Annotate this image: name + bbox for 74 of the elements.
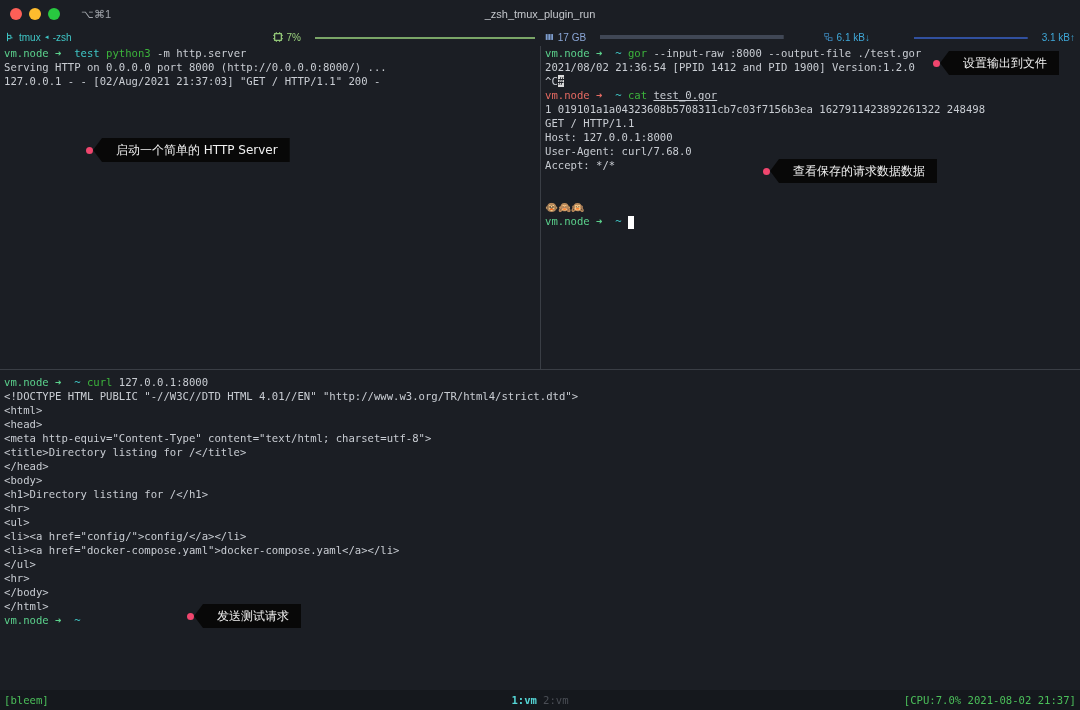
command-text: curl (86, 376, 113, 388)
output-text: <h1>Directory listing for /</h1> (4, 488, 209, 500)
memory-icon (545, 32, 554, 42)
command-text: python3 (106, 47, 151, 59)
prompt-text: vm.node ➜ (545, 89, 604, 101)
download-rate: 6.1 kB↓ (836, 31, 870, 43)
output-text: <body> (4, 474, 43, 486)
directory-text: test (73, 47, 101, 59)
window-tab[interactable]: 1:vm (511, 694, 537, 706)
session-label: [bleem] (4, 694, 49, 706)
output-text: <!DOCTYPE HTML PUBLIC "-//W3C//DTD HTML 4.01//EN" "http://www.w3.org/TR/html4/strict.dtd"> (4, 390, 579, 402)
session-name: tmux (19, 31, 41, 43)
output-text: </ul> (4, 558, 36, 570)
output-text: 127.0.0.1 - - [02/Aug/2021 21:37:03] "GET / HTTP/1.1" 200 - (4, 75, 381, 87)
chip-icon (272, 32, 283, 42)
output-text: <head> (4, 418, 43, 430)
marker-dot (187, 612, 194, 620)
directory-text: ~ (73, 614, 81, 626)
output-text: <html> (4, 404, 43, 416)
output-text: </html> (4, 600, 49, 612)
output-text: 127.0.0.1:8000 (117, 376, 209, 388)
output-text: ^C (545, 75, 558, 87)
prompt-text: vm.node ➜ (4, 47, 63, 59)
zoom-button[interactable] (48, 8, 60, 20)
prompt-text: vm.node ➜ (545, 215, 604, 227)
directory-text: ~ (614, 89, 623, 101)
output-text: --input-raw :8000 --output-file ./test.gor (652, 47, 922, 59)
branch-icon (5, 32, 15, 42)
window-title: _zsh_tmux_plugin_run (484, 8, 596, 20)
marker-dot (763, 167, 770, 175)
prompt-text: vm.node ➜ (545, 47, 604, 59)
prompt-text: vm.node ➜ (4, 376, 63, 388)
close-button[interactable] (10, 8, 22, 20)
output-text: <meta http-equiv="Content-Type" content="text/html; charset=utf-8"> (4, 432, 432, 444)
annotation-callout: 启动一个简单的 HTTP Server (93, 138, 290, 162)
system-status: [CPU:7.0% 2021-08-02 21:37] (903, 694, 1076, 706)
minimize-button[interactable] (29, 8, 41, 20)
command-text: cat (627, 89, 649, 101)
cpu-usage: 7% (286, 31, 301, 43)
output-text: <hr> (4, 502, 30, 514)
directory-text: ~ (614, 47, 623, 59)
upload-rate: 3.1 kB↑ (1041, 31, 1075, 43)
prompt-text: vm.node ➜ (4, 614, 63, 626)
output-text: <ul> (4, 516, 30, 528)
output-text: <li><a href="config/">config/</a></li> (4, 530, 247, 542)
annotation-callout: 发送测试请求 (194, 604, 301, 628)
output-text: 1 019101a1a04323608b5708311cb7c03f7156b3ea 1627911423892261322 248498 (545, 103, 986, 115)
command-text: gor (627, 47, 648, 59)
marker-dot (933, 59, 940, 67)
output-text: </head> (4, 460, 49, 472)
output-text: Accept: */* (545, 159, 616, 171)
cursor (627, 215, 634, 229)
marker-dot (86, 146, 93, 154)
output-text: <hr> (4, 572, 30, 584)
output-text: 2021/08/02 21:36:54 [PPID 1412 and PID 1900] Version:1.2.0 (545, 61, 915, 73)
output-text: <title>Directory listing for /</title> (4, 446, 247, 458)
memory-usage: 17 GB (557, 31, 587, 43)
output-text: <li><a href="docker-compose.yaml">docker-compose.yaml</a></li> (4, 544, 400, 556)
annotation-callout: 设置输出到文件 (940, 51, 1059, 75)
network-icon (823, 32, 833, 42)
file-path-text: test_0.gor (653, 89, 718, 101)
emoji-text: 🐵🙈🙉 (545, 201, 584, 213)
shortcut-text: ⌥⌘1 (81, 7, 112, 21)
directory-text: ~ (614, 215, 623, 227)
annotation-callout: 查看保存的请求数据数据 (770, 159, 937, 183)
output-text: GET / HTTP/1.1 (545, 117, 635, 129)
output-text: Host: 127.0.0.1:8000 (545, 131, 673, 143)
shell-name: -zsh (52, 31, 72, 43)
output-text: User-Agent: curl/7.68.0 (545, 145, 692, 157)
output-text: </body> (4, 586, 49, 598)
highlighted-text: # (557, 75, 565, 87)
output-text: Serving HTTP on 0.0.0.0 port 8000 (http://0.0.0.0:8000/) ... (4, 61, 387, 73)
directory-text: ~ (73, 376, 82, 388)
output-text: -m http.server (156, 47, 247, 59)
